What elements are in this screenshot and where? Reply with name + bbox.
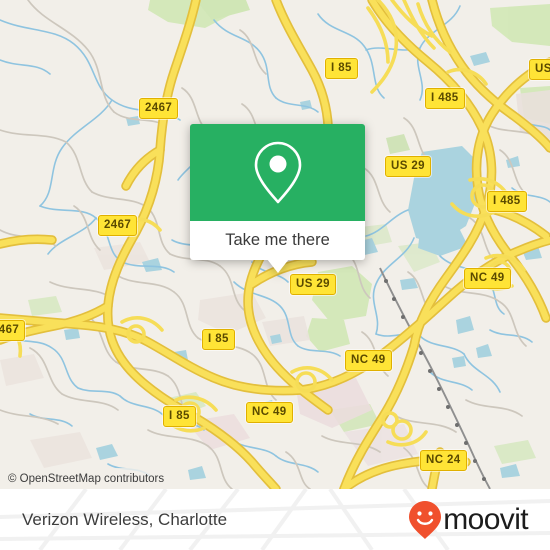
road-shield-i485-north: I 485 <box>425 88 465 109</box>
moovit-smiley-pin-icon <box>409 500 442 539</box>
osm-attribution[interactable]: © OpenStreetMap contributors <box>0 468 172 489</box>
road-shield-us29-lower: US 29 <box>290 274 336 295</box>
callout-pointer-tail <box>267 259 289 273</box>
road-shield-i85-north: I 85 <box>325 58 358 79</box>
road-shield-us29-corner: US 29 <box>529 59 550 80</box>
map-canvas[interactable]: I 85 I 485 US 29 2467 US 29 I 485 2467 N… <box>0 0 550 489</box>
road-shield-i485-east: I 485 <box>487 191 527 212</box>
place-title: Verizon Wireless, Charlotte <box>22 509 228 529</box>
footer-bar: Verizon Wireless, Charlotte moovit <box>0 489 550 550</box>
road-shield-i85-mid: I 85 <box>202 329 235 350</box>
road-shield-nc49-mid: NC 49 <box>345 350 392 371</box>
road-shield-2467-edge: 2467 <box>0 320 26 341</box>
take-me-there-callout[interactable]: Take me there <box>190 124 365 273</box>
moovit-map-screenshot: I 85 I 485 US 29 2467 US 29 I 485 2467 N… <box>0 0 550 550</box>
road-shield-i85-lower: I 85 <box>163 406 196 427</box>
callout-action-bar[interactable]: Take me there <box>190 221 365 260</box>
road-shield-2467-upper: 2467 <box>139 98 179 119</box>
moovit-wordmark: moovit <box>443 502 528 536</box>
road-shield-nc24: NC 24 <box>420 450 467 471</box>
moovit-brand[interactable]: moovit <box>408 500 529 540</box>
road-shield-nc49-east: NC 49 <box>464 268 511 289</box>
road-shield-us29-mid: US 29 <box>385 156 431 177</box>
road-shield-nc49-lower: NC 49 <box>246 402 293 423</box>
road-shield-2467-mid: 2467 <box>98 215 138 236</box>
take-me-there-label: Take me there <box>225 231 330 249</box>
map-pin-icon <box>254 141 301 203</box>
callout-pin-panel <box>190 124 365 221</box>
